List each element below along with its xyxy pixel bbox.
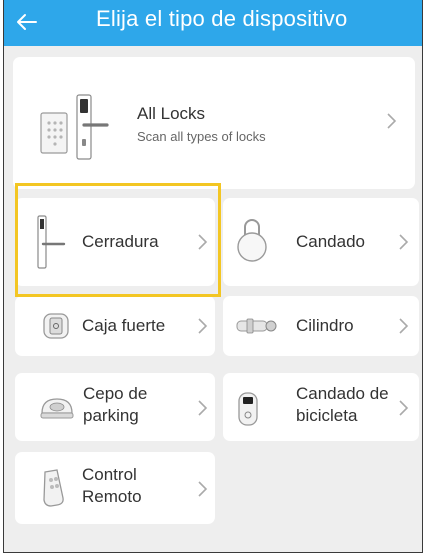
page-title: Elija el tipo de dispositivo [96, 6, 348, 31]
device-card-control-remoto[interactable]: Control Remoto [15, 452, 215, 524]
remote-control-icon [39, 468, 67, 513]
chevron-right-icon [196, 316, 210, 336]
bike-lock-icon [235, 389, 261, 434]
device-label-line2: parking [83, 406, 139, 425]
door-lock-handle-icon [32, 214, 66, 275]
chevron-right-icon [385, 111, 399, 131]
device-label: Caja fuerte [82, 316, 166, 335]
device-label: Cilindro [296, 316, 354, 335]
device-label-line2: Remoto [82, 487, 142, 506]
device-card-caja-fuerte[interactable]: Caja fuerte [15, 296, 215, 356]
top-bar: Elija el tipo de dispositivo [4, 0, 422, 46]
device-label: Control Remoto [82, 464, 142, 508]
device-label: Candado de bicicleta [296, 383, 389, 427]
chevron-right-icon [196, 479, 210, 499]
cylinder-lock-icon [235, 316, 279, 341]
chevron-right-icon [397, 316, 411, 336]
device-label: Cepo de parking [83, 383, 147, 427]
chevron-right-icon [397, 232, 411, 252]
all-locks-title: All Locks [137, 104, 206, 123]
chevron-right-icon [196, 398, 210, 418]
all-locks-card[interactable]: All Locks Scan all types of locks [13, 57, 415, 189]
device-card-candado-de-bicicleta[interactable]: Candado de bicicleta [223, 373, 419, 441]
device-card-candado[interactable]: Candado [223, 198, 419, 286]
device-label-line1: Candado de [296, 384, 389, 403]
device-card-cepo-de-parking[interactable]: Cepo de parking [15, 373, 215, 441]
padlock-icon [235, 215, 269, 268]
app-screen: Elija el tipo de dispositivo All Locks S… [3, 0, 423, 553]
chevron-right-icon [397, 398, 411, 418]
all-locks-subtitle: Scan all types of locks [137, 129, 266, 144]
smart-lock-icon [39, 91, 109, 168]
back-arrow-icon[interactable] [12, 4, 48, 40]
device-label: Cerradura [82, 232, 159, 251]
device-label: Candado [296, 232, 366, 251]
safe-icon [42, 312, 70, 345]
device-label-line2: bicicleta [296, 406, 358, 425]
device-card-cilindro[interactable]: Cilindro [223, 296, 419, 356]
device-label-line1: Cepo de [83, 384, 148, 403]
parking-lock-icon [39, 393, 75, 426]
chevron-right-icon [196, 232, 210, 252]
device-label-line1: Control [82, 465, 137, 484]
device-card-cerradura[interactable]: Cerradura [15, 198, 215, 286]
